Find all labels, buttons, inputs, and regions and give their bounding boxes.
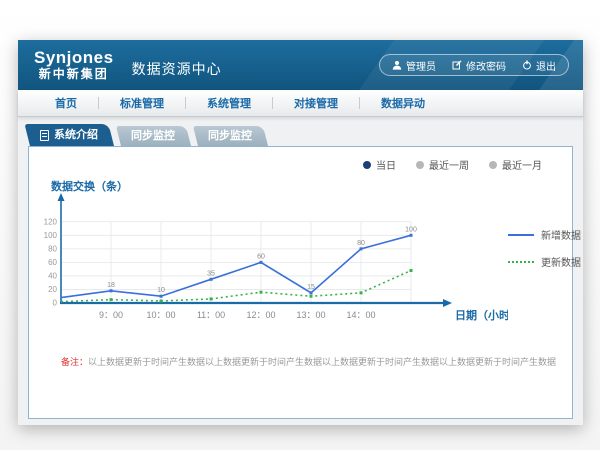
period-option-label: 当日 xyxy=(376,157,396,172)
logout-button[interactable]: 退出 xyxy=(522,58,556,73)
footnote-prefix: 备注： xyxy=(61,357,88,367)
power-icon xyxy=(522,60,532,70)
exchange-chart: 0 20 40 60 80 100 120 18 10 35 60 15 80 100 9：00 10：00 1… xyxy=(43,185,508,335)
svg-text:9：00: 9：00 xyxy=(99,310,123,320)
chart-legend: 新增数据 更新数据 xyxy=(508,227,581,269)
svg-text:80: 80 xyxy=(357,240,365,247)
period-option-today[interactable]: 当日 xyxy=(363,157,396,172)
period-option-last-week[interactable]: 最近一周 xyxy=(416,157,469,172)
document-icon xyxy=(40,130,49,141)
app-header: Synjones 新中新集团 数据资源中心 管理员 修改 xyxy=(18,40,583,90)
svg-text:40: 40 xyxy=(48,271,57,280)
svg-text:80: 80 xyxy=(48,244,57,253)
desktop-background: Synjones 新中新集团 数据资源中心 管理员 修改 xyxy=(0,0,600,450)
nav-item-standards[interactable]: 标准管理 xyxy=(99,95,185,111)
period-option-label: 最近一月 xyxy=(502,157,542,172)
svg-text:100: 100 xyxy=(405,226,417,233)
change-password-label: 修改密码 xyxy=(466,58,506,73)
legend-item-updated-data: 更新数据 xyxy=(508,254,581,269)
main-nav: 首页 标准管理 系统管理 对接管理 数据异动 xyxy=(18,90,583,117)
period-filter-group: 当日 最近一周 最近一月 xyxy=(363,157,542,172)
legend-line-swatch xyxy=(508,261,534,263)
tab-label: 同步监控 xyxy=(131,126,175,146)
user-toolbar: 管理员 修改密码 退出 xyxy=(379,54,569,76)
content-area: 系统介绍 同步监控 同步监控 当日 xyxy=(18,117,583,424)
svg-text:10: 10 xyxy=(157,287,165,294)
period-option-last-month[interactable]: 最近一月 xyxy=(489,157,542,172)
footnote-text: 以上数据更新于时间产生数据以上数据更新于时间产生数据以上数据更新于时间产生数据以… xyxy=(88,357,556,367)
tab-sync-monitor-1[interactable]: 同步监控 xyxy=(121,126,191,146)
company-logo: Synjones 新中新集团 xyxy=(34,49,114,81)
svg-text:14：00: 14：00 xyxy=(346,310,375,320)
logout-label: 退出 xyxy=(536,58,556,73)
edit-icon xyxy=(452,60,462,70)
current-user-button[interactable]: 管理员 xyxy=(392,58,436,73)
radio-dot-icon xyxy=(416,161,424,169)
tab-system-intro[interactable]: 系统介绍 xyxy=(30,124,114,146)
app-window: Synjones 新中新集团 数据资源中心 管理员 修改 xyxy=(18,40,583,425)
svg-text:120: 120 xyxy=(44,217,58,226)
svg-text:15: 15 xyxy=(307,284,315,291)
svg-text:12：00: 12：00 xyxy=(246,310,275,320)
svg-text:11：00: 11：00 xyxy=(197,310,225,320)
svg-text:0: 0 xyxy=(53,299,58,308)
svg-text:10：00: 10：00 xyxy=(146,310,175,320)
period-option-label: 最近一周 xyxy=(429,157,469,172)
legend-label: 新增数据 xyxy=(541,227,581,242)
tab-label: 同步监控 xyxy=(208,126,252,146)
svg-text:日期（小时）: 日期（小时） xyxy=(455,308,508,322)
page-title: 数据资源中心 xyxy=(132,59,222,79)
footnote: 备注：以上数据更新于时间产生数据以上数据更新于时间产生数据以上数据更新于时间产生… xyxy=(61,355,556,368)
content-panel: 当日 最近一周 最近一月 数据交换（条） 0204060801001201810… xyxy=(28,146,573,419)
logo-english: Synjones xyxy=(34,49,114,68)
svg-text:100: 100 xyxy=(44,231,58,240)
radio-dot-icon xyxy=(363,161,371,169)
svg-text:35: 35 xyxy=(207,270,215,277)
user-icon xyxy=(392,60,402,70)
chart-container: 0 20 40 60 80 100 120 18 10 35 60 15 80 100 9：00 10：00 1… xyxy=(43,185,568,335)
tab-sync-monitor-2[interactable]: 同步监控 xyxy=(198,126,268,146)
legend-label: 更新数据 xyxy=(541,254,581,269)
nav-item-data-changes[interactable]: 数据异动 xyxy=(360,95,446,111)
current-user-label: 管理员 xyxy=(406,58,436,73)
svg-text:18: 18 xyxy=(107,282,115,289)
radio-dot-icon xyxy=(489,161,497,169)
change-password-button[interactable]: 修改密码 xyxy=(452,58,506,73)
nav-item-home[interactable]: 首页 xyxy=(34,95,98,111)
nav-item-system[interactable]: 系统管理 xyxy=(186,95,272,111)
nav-item-integration[interactable]: 对接管理 xyxy=(273,95,359,111)
svg-text:60: 60 xyxy=(48,258,57,267)
svg-text:20: 20 xyxy=(48,285,57,294)
svg-text:13：00: 13：00 xyxy=(296,310,325,320)
tab-bar: 系统介绍 同步监控 同步监控 xyxy=(30,124,275,146)
legend-line-swatch xyxy=(508,234,534,236)
logo-chinese: 新中新集团 xyxy=(34,68,114,81)
svg-text:60: 60 xyxy=(257,253,265,260)
tab-label: 系统介绍 xyxy=(54,124,98,146)
legend-item-new-data: 新增数据 xyxy=(508,227,581,242)
